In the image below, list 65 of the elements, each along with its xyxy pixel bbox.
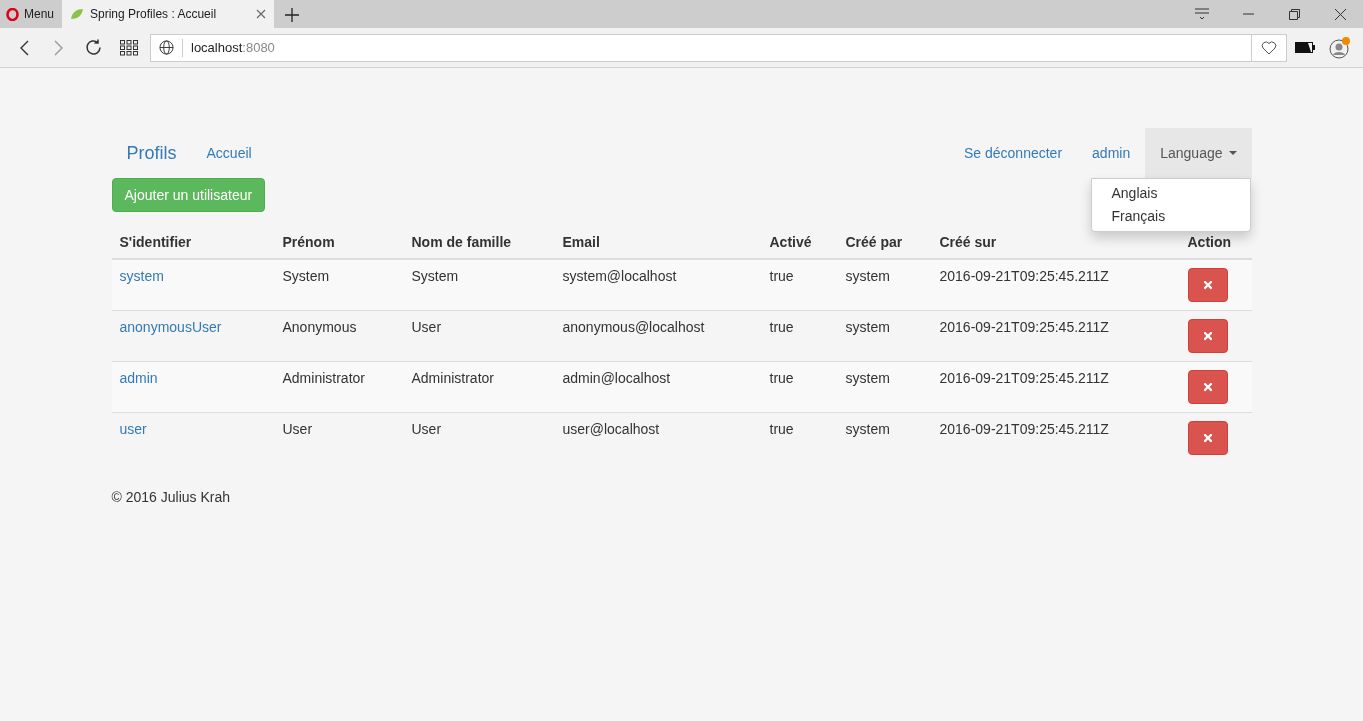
table-cell: Administrator <box>282 370 365 386</box>
table-cell: System <box>282 268 330 284</box>
table-cell: system <box>845 370 890 386</box>
add-user-button[interactable]: Ajouter un utilisateur <box>111 178 266 212</box>
delete-button[interactable] <box>1187 268 1228 302</box>
nav-link[interactable]: Se déconnecter <box>949 128 1078 178</box>
login-link[interactable]: user <box>119 421 147 437</box>
tab-title: Spring Profiles : Accueil <box>90 7 218 21</box>
plus-icon[interactable] <box>284 8 299 22</box>
table-cell: User <box>282 421 313 437</box>
address-bar[interactable]: localhost:8080 <box>150 33 1287 62</box>
table-cell: User <box>411 319 442 335</box>
nav-link[interactable]: Accueil <box>191 128 267 178</box>
table-cell: system <box>845 421 890 437</box>
close-icon[interactable] <box>1334 8 1346 20</box>
nav-link[interactable]: admin <box>1077 128 1146 178</box>
heart-icon[interactable] <box>1261 40 1277 55</box>
table-cell: System <box>411 268 459 284</box>
footer-text: © 2016 Julius Krah <box>111 489 231 505</box>
minimize-icon[interactable] <box>1242 13 1254 15</box>
table-cell: true <box>769 319 794 335</box>
table-cell: 2016-09-21T09:25:45.211Z <box>939 319 1109 335</box>
table-cell: system <box>845 319 890 335</box>
delete-button[interactable] <box>1187 421 1228 455</box>
back-icon[interactable] <box>18 39 29 56</box>
table-cell: 2016-09-21T09:25:45.211Z <box>939 370 1109 386</box>
table-cell: anonymous@localhost <box>562 319 705 335</box>
table-cell: true <box>769 421 794 437</box>
table-cell: true <box>769 268 794 284</box>
caret-icon <box>1228 151 1237 155</box>
menu-item[interactable]: Français <box>1091 205 1250 228</box>
leaf-icon <box>70 8 85 20</box>
browser-tab[interactable]: Spring Profiles : Accueil <box>62 0 275 28</box>
table-cell: 2016-09-21T09:25:45.211Z <box>939 421 1109 437</box>
table-cell: user@localhost <box>562 421 660 437</box>
language-dropdown[interactable]: Language <box>1145 128 1252 178</box>
menu-button[interactable]: Menu <box>0 0 63 28</box>
delete-button[interactable] <box>1187 370 1228 404</box>
close-icon <box>1201 279 1214 291</box>
globe-icon <box>159 40 174 55</box>
table-cell: 2016-09-21T09:25:45.211Z <box>939 268 1109 284</box>
close-icon <box>1201 432 1214 444</box>
table-cell: admin@localhost <box>562 370 671 386</box>
close-icon <box>1201 381 1214 393</box>
restore-icon[interactable] <box>1288 8 1300 20</box>
menu-item[interactable]: Anglais <box>1091 182 1250 205</box>
login-link[interactable]: anonymousUser <box>119 319 222 335</box>
grid-icon[interactable] <box>119 39 138 56</box>
battery-icon <box>1294 42 1315 53</box>
brand-link[interactable]: Profils <box>111 128 192 178</box>
reload-icon[interactable] <box>85 39 102 56</box>
table-cell: system <box>845 268 890 284</box>
table-cell: true <box>769 370 794 386</box>
table-cell: Administrator <box>411 370 494 386</box>
close-icon <box>1201 330 1214 342</box>
tab-menu-icon[interactable] <box>1195 8 1209 20</box>
table-cell: User <box>411 421 442 437</box>
delete-button[interactable] <box>1187 319 1228 353</box>
table-cell: Anonymous <box>282 319 357 335</box>
login-link[interactable]: admin <box>119 370 158 386</box>
login-link[interactable]: system <box>119 268 164 284</box>
close-icon[interactable] <box>256 9 267 19</box>
logo-icon <box>6 7 19 21</box>
table-cell: system@localhost <box>562 268 677 284</box>
profile-icon[interactable] <box>1328 36 1351 59</box>
